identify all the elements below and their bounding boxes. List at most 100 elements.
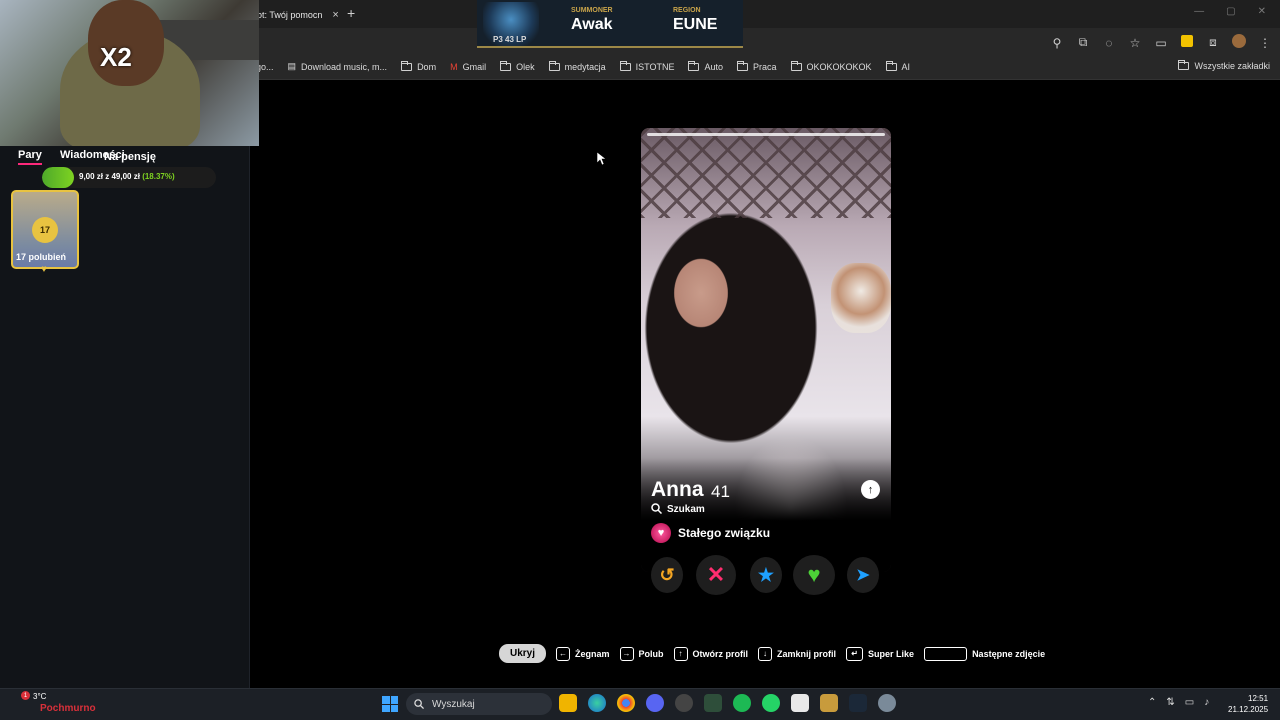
summoner-label: SUMMONER	[571, 7, 613, 14]
close-window-icon[interactable]: ✕	[1258, 6, 1266, 17]
weather-widget[interactable]: 3°C	[14, 692, 46, 702]
enter-key-icon: ↵	[846, 646, 864, 661]
bookmark-item[interactable]: M Gmail	[450, 62, 486, 72]
folder-icon	[790, 60, 802, 71]
spotify-icon[interactable]	[733, 694, 751, 712]
new-tab-button[interactable]: +	[347, 5, 355, 21]
tab-close-icon[interactable]: ×	[332, 9, 338, 21]
toolbar-icons: ⚲ ⧉ ◌ ☆ ▭ ⧈ ⋮	[1050, 34, 1272, 51]
location-icon[interactable]: ⚲	[1050, 36, 1064, 50]
system-clock[interactable]: 12:51 21.12.2025	[1228, 693, 1268, 715]
profile-avatar[interactable]	[1232, 34, 1246, 51]
taskbar-search[interactable]: Wyszukaj	[406, 693, 552, 715]
menu-icon[interactable]: ⋮	[1258, 36, 1272, 50]
up-arrow-key-icon: ↑	[673, 646, 688, 661]
chevron-up-icon[interactable]: ⌃	[1148, 697, 1156, 708]
extension-yellow-icon[interactable]	[1180, 35, 1194, 50]
bookmark-folder[interactable]: Olek	[500, 60, 535, 72]
hint-item: → Polub	[619, 646, 664, 661]
extensions-icon[interactable]: ⧈	[1206, 35, 1220, 50]
browser-tab[interactable]: lot: Twój pomocn ×	[255, 4, 339, 26]
tab-title: lot: Twój pomocn	[255, 10, 323, 20]
send-button[interactable]: ➤	[847, 557, 879, 593]
hint-item: ↑ Otwórz profil	[673, 646, 748, 661]
heart-relationship-icon: ♥	[651, 523, 671, 543]
hint-item: Następne zdjęcie	[924, 646, 1045, 661]
profile-age: 41	[711, 482, 730, 501]
hide-hints-button[interactable]: Ukryj	[499, 644, 547, 663]
all-bookmarks[interactable]: Wszystkie zakładki	[1178, 60, 1270, 71]
bookmark-folder[interactable]: ISTOTNE	[619, 60, 674, 72]
region-label: REGION	[673, 7, 701, 14]
minimize-icon[interactable]: —	[1194, 6, 1204, 17]
down-arrow-key-icon: ↓	[758, 646, 773, 661]
donation-goal-text: 9,00 zł z 49,00 zł (18.37%)	[79, 172, 175, 181]
page-icon: ▤	[287, 61, 297, 71]
bookmark-folder[interactable]: AI	[885, 60, 910, 72]
gold-heart-icon: ♥	[41, 264, 47, 275]
gmail-icon: M	[450, 61, 458, 72]
steam-icon[interactable]	[849, 694, 867, 712]
folder-icon	[619, 60, 631, 71]
maximize-icon[interactable]: ▢	[1226, 6, 1235, 17]
bookmark-folder[interactable]: Praca	[737, 60, 777, 72]
summoner-name: Awak	[571, 16, 613, 33]
chrome-icon[interactable]	[617, 694, 635, 712]
eye-slash-icon[interactable]: ◌	[1102, 36, 1116, 50]
hint-item: ↵ Super Like	[846, 646, 914, 661]
lol-rank-overlay: P3 43 LP SUMMONER Awak REGION EUNE	[477, 0, 743, 48]
windows-start-icon[interactable]	[382, 696, 398, 712]
settings-icon[interactable]	[878, 694, 896, 712]
folder-icon	[401, 60, 413, 71]
left-arrow-key-icon: ←	[556, 646, 571, 661]
rewind-button[interactable]: ↺	[651, 557, 683, 593]
folder-icon	[548, 60, 560, 71]
system-tray: ⌃ ⇅ ▭ ♪	[1148, 697, 1209, 708]
cast-icon[interactable]: ⧉	[1076, 35, 1090, 50]
rewind-icon: ↺	[659, 564, 675, 585]
network-icon[interactable]: ⇅	[1166, 697, 1174, 708]
heart-icon: ♥	[807, 562, 821, 587]
bookmark-folder[interactable]: medytacja	[548, 60, 606, 72]
star-icon[interactable]: ☆	[1128, 36, 1142, 50]
file-explorer-icon[interactable]	[559, 694, 577, 712]
photo-coffee-cup	[831, 263, 891, 333]
whatsapp-icon[interactable]	[762, 694, 780, 712]
folder-icon	[688, 60, 700, 71]
mouse-cursor-icon	[597, 152, 607, 166]
discord-icon[interactable]	[646, 694, 664, 712]
search-icon	[414, 699, 424, 709]
space-key-icon	[924, 646, 968, 661]
rank-text: P3 43 LP	[493, 35, 527, 44]
right-arrow-key-icon: →	[619, 646, 634, 661]
bookmark-item[interactable]: ▤ Download music, m...	[288, 61, 388, 72]
like-button[interactable]: ♥	[793, 555, 835, 595]
obs-icon[interactable]	[791, 694, 809, 712]
tab-matches[interactable]: Pary	[18, 149, 42, 165]
profile-name: Anna	[651, 478, 704, 501]
league-icon[interactable]	[820, 694, 838, 712]
photo-progress-bar	[647, 133, 885, 136]
app-icon[interactable]	[704, 694, 722, 712]
relationship-goal: Stałego związku	[678, 526, 771, 540]
bookmark-folder[interactable]: Auto	[688, 60, 723, 72]
hint-item: ← Żegnam	[556, 646, 610, 661]
volume-icon[interactable]: ♪	[1204, 697, 1209, 708]
bookmarks-list: go... ▤ Download music, m... Dom M Gmail O…	[256, 60, 910, 72]
nope-button[interactable]: ✕	[696, 555, 736, 595]
super-like-button[interactable]: ★	[750, 557, 782, 593]
webcam-feed: X2	[0, 0, 259, 146]
webcam-overlay-text: X2	[100, 42, 132, 72]
display-icon[interactable]: ▭	[1185, 697, 1194, 708]
photo-gradient	[641, 458, 891, 572]
weather-notification-badge: 1	[21, 691, 30, 700]
app-icon[interactable]	[675, 694, 693, 712]
bookmark-folder[interactable]: Dom	[401, 60, 436, 72]
edge-icon[interactable]	[588, 694, 606, 712]
search-icon	[651, 503, 662, 514]
likes-label: 17 polubień	[16, 252, 67, 262]
bookmark-folder[interactable]: OKOKOKOKOK	[790, 60, 872, 72]
tab-search-icon[interactable]: ▭	[1154, 36, 1168, 50]
open-profile-arrow-icon[interactable]: ↑	[861, 480, 880, 499]
taskbar-apps	[559, 694, 896, 712]
